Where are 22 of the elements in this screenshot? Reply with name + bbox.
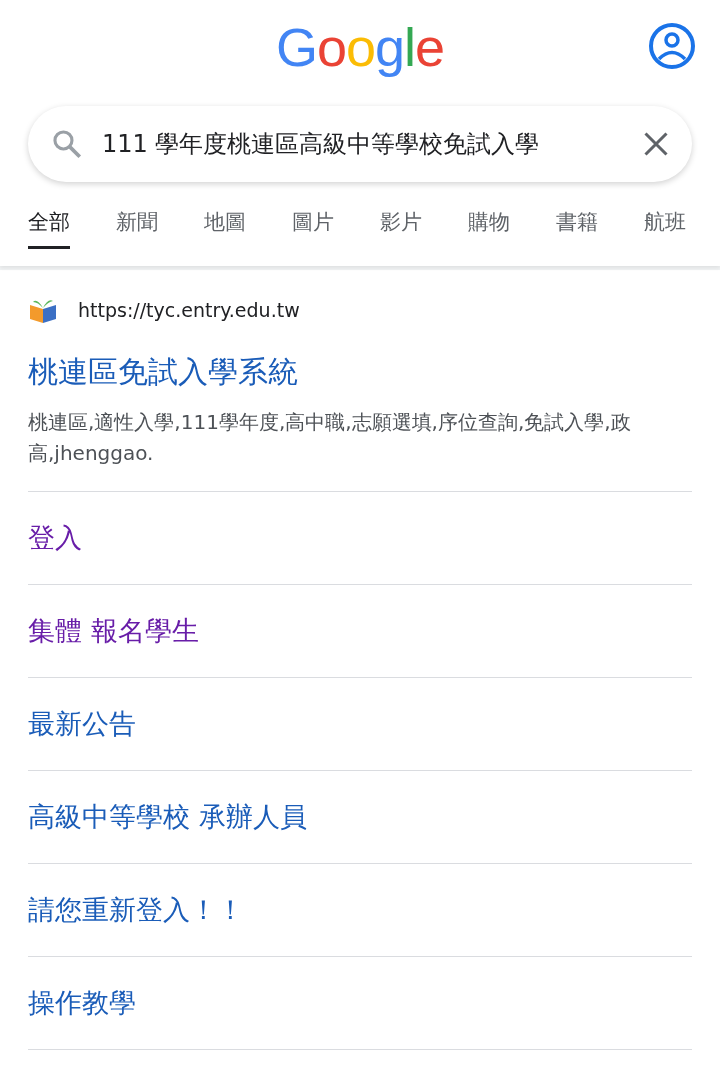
- close-icon[interactable]: [642, 130, 670, 158]
- search-tab[interactable]: 書籍: [556, 208, 598, 249]
- search-tab[interactable]: 全部: [28, 208, 70, 249]
- sitelink[interactable]: 請您重新登入！！: [28, 892, 244, 928]
- sitelink[interactable]: 高級中等學校 承辦人員: [28, 799, 307, 835]
- result-snippet: 桃連區,適性入學,111學年度,高中職,志願選填,序位查詢,免試入學,政高,jhenggao.: [28, 407, 692, 492]
- search-field[interactable]: 111 學年度桃連區高級中等學校免試入學: [28, 106, 692, 182]
- search-tab[interactable]: 影片: [380, 208, 422, 249]
- result-url: https://tyc.entry.edu.tw: [78, 299, 300, 321]
- sitelink[interactable]: 集體 報名學生: [28, 613, 199, 649]
- google-logo[interactable]: Google: [275, 16, 445, 78]
- result-title-link[interactable]: 桃連區免試入學系統: [28, 352, 692, 393]
- search-tab[interactable]: 購物: [468, 208, 510, 249]
- search-tab[interactable]: 圖片: [292, 208, 334, 249]
- sitelink[interactable]: 登入: [28, 520, 82, 556]
- account-icon[interactable]: [648, 22, 696, 70]
- search-tab[interactable]: 地圖: [204, 208, 246, 249]
- search-icon: [50, 127, 84, 161]
- sitelink[interactable]: 操作教學: [28, 985, 136, 1021]
- sitelink[interactable]: 最新公告: [28, 706, 136, 742]
- search-tab[interactable]: 航班: [644, 208, 686, 249]
- search-tab[interactable]: 新聞: [116, 208, 158, 249]
